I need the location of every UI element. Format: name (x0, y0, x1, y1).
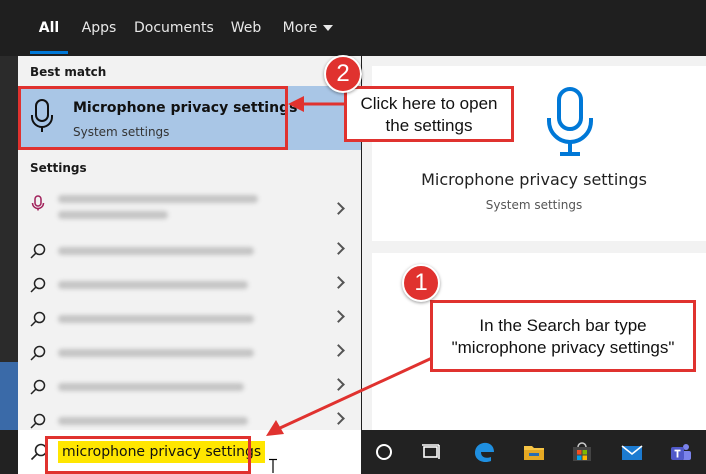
blurred-text (58, 349, 254, 357)
tab-web[interactable]: Web (226, 0, 266, 56)
chevron-right-icon (332, 412, 345, 425)
search-icon (30, 243, 46, 259)
callout-step-1: In the Search bar type "microphone priva… (430, 300, 696, 372)
desktop-background-accent (0, 362, 18, 430)
search-icon (30, 345, 46, 361)
callout-step-1-line2: "microphone privacy settings" (451, 338, 675, 357)
edge-icon[interactable] (470, 438, 498, 466)
blurred-text (58, 383, 244, 391)
blurred-text (58, 281, 248, 289)
search-scope-tabs: All Apps Documents Web More (0, 0, 706, 56)
chevron-right-icon (332, 344, 345, 357)
list-item[interactable] (18, 370, 361, 404)
list-item[interactable] (18, 302, 361, 336)
settings-header: Settings (30, 161, 87, 175)
cortana-icon[interactable] (370, 438, 398, 466)
blurred-text (58, 211, 168, 219)
step-badge-1: 1 (402, 264, 440, 302)
chevron-right-icon (332, 310, 345, 323)
store-icon[interactable] (568, 438, 596, 466)
detail-title: Microphone privacy settings (421, 170, 647, 189)
chevron-right-icon (332, 242, 345, 255)
microphone-icon (547, 87, 593, 156)
callout-step-1-line1: In the Search bar type (479, 316, 647, 335)
blurred-text (58, 315, 254, 323)
mail-icon[interactable] (618, 438, 646, 466)
callout-step-2-line2: the settings (385, 116, 473, 135)
blurred-text (58, 417, 248, 425)
tab-more[interactable]: More (280, 0, 336, 56)
chevron-right-icon (332, 378, 345, 391)
search-icon (30, 277, 46, 293)
blurred-text (58, 195, 258, 203)
search-icon (30, 379, 46, 395)
callout-step-2: Click here to open the settings (344, 86, 514, 142)
list-item[interactable] (18, 404, 361, 430)
list-item[interactable] (18, 186, 361, 230)
text-cursor-icon (269, 458, 277, 473)
search-icon (30, 413, 46, 429)
step-badge-2: 2 (324, 55, 362, 93)
detail-subtitle: System settings (485, 198, 583, 212)
chevron-right-icon (332, 202, 345, 215)
highlight-best-match (18, 86, 288, 150)
highlight-search-bar (45, 436, 251, 474)
teams-icon[interactable] (666, 438, 694, 466)
file-explorer-icon[interactable] (520, 438, 548, 466)
callout-step-2-line1: Click here to open (360, 94, 498, 113)
best-match-header: Best match (30, 65, 107, 79)
chevron-down-icon (323, 25, 334, 31)
tab-more-label: More (282, 20, 318, 36)
list-item[interactable] (18, 268, 361, 302)
tab-documents[interactable]: Documents (134, 0, 214, 56)
task-view-icon[interactable] (418, 438, 446, 466)
list-item[interactable] (18, 336, 361, 370)
blurred-text (58, 247, 254, 255)
list-item[interactable] (18, 234, 361, 268)
tab-apps[interactable]: Apps (78, 0, 120, 56)
chevron-right-icon (332, 276, 345, 289)
tab-all[interactable]: All (30, 0, 68, 56)
microphone-icon (31, 195, 45, 211)
search-icon (30, 311, 46, 327)
